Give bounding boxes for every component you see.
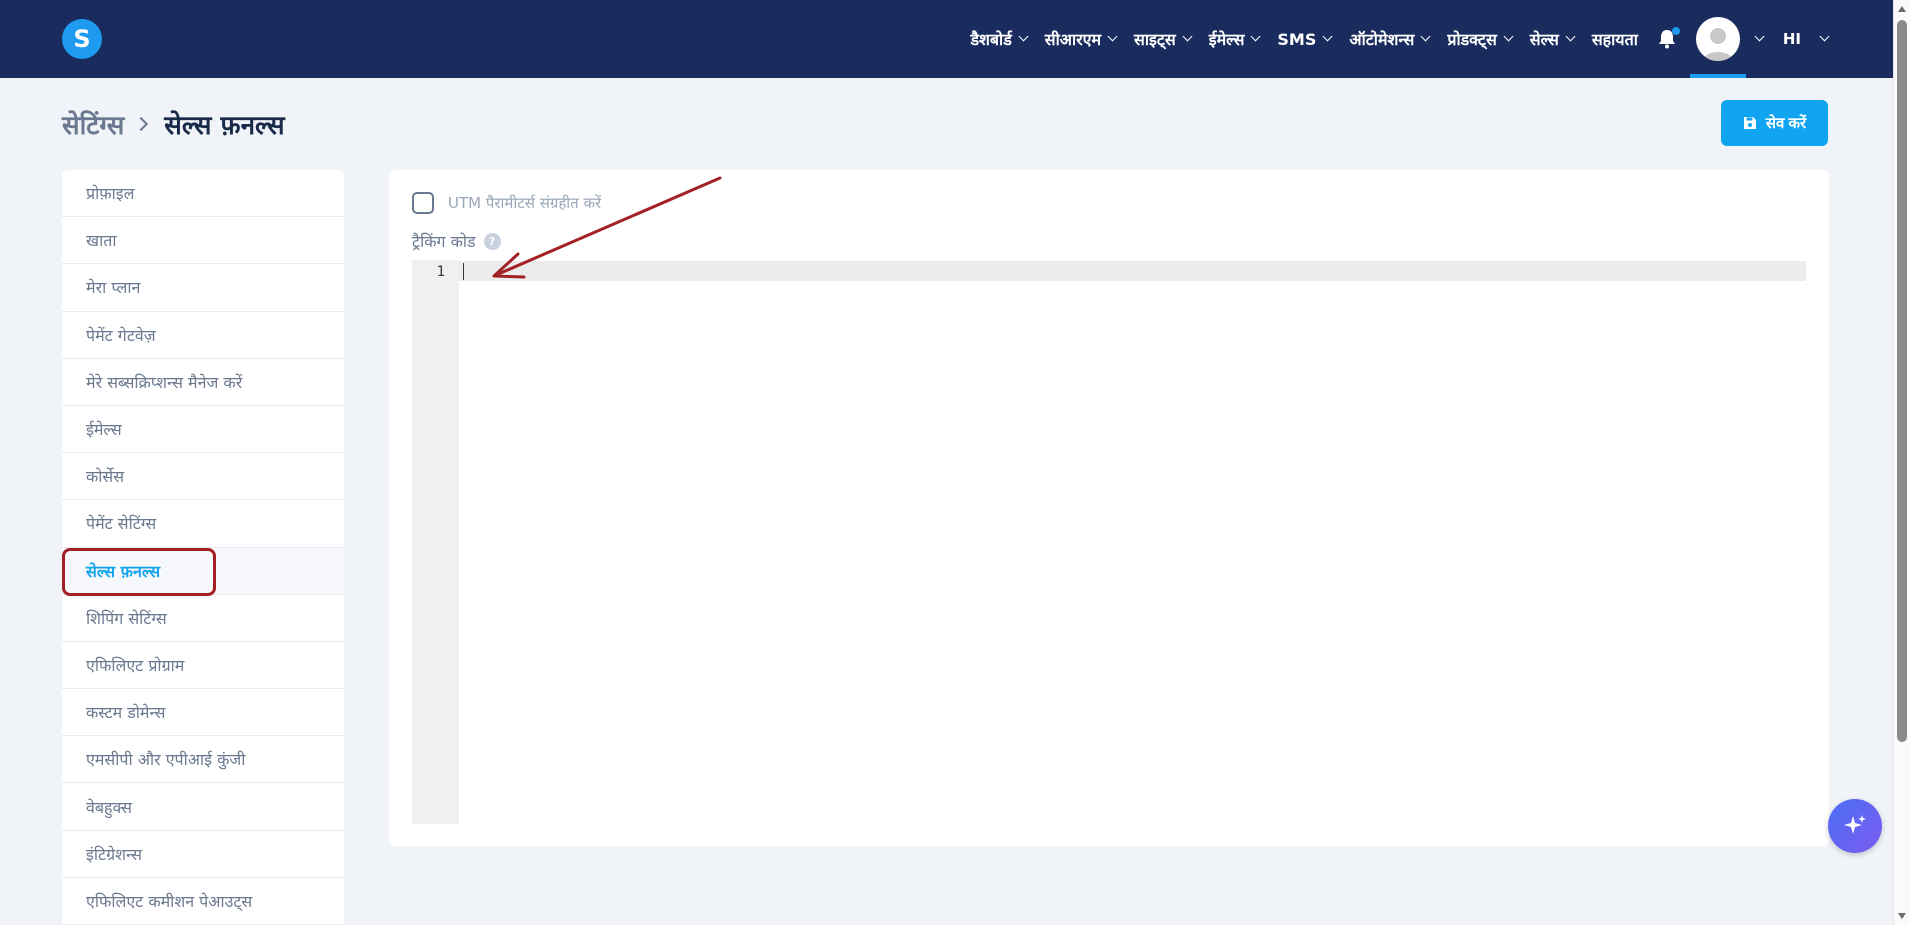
sidebar-item-label: एफिलिएट कमीशन पेआउट्स xyxy=(86,891,253,911)
sidebar-item-6[interactable]: कोर्सेस xyxy=(62,453,344,501)
sidebar-item-8[interactable]: सेल्स फ़नल्स xyxy=(62,547,344,596)
sidebar-item-label: खाता xyxy=(86,231,117,251)
nav-item-label: प्रोडक्ट्स xyxy=(1447,30,1497,49)
sidebar-item-label: मेरे सब्सक्रिप्शन्स मैनेज करें xyxy=(86,372,243,392)
sparkle-icon xyxy=(1844,815,1866,834)
sidebar-item-9[interactable]: शिपिंग सेटिंग्स xyxy=(62,595,344,642)
save-button[interactable]: सेव करें xyxy=(1721,100,1828,146)
nav-item-label: सेल्स xyxy=(1529,30,1559,49)
chevron-down-icon xyxy=(1182,31,1193,42)
nav-item-label: साइट्स xyxy=(1134,30,1176,49)
chevron-down-icon xyxy=(1322,31,1333,42)
annotation-highlight-box xyxy=(62,547,216,596)
sidebar-item-14[interactable]: इंटिग्रेशन्स xyxy=(62,831,344,878)
sidebar-item-12[interactable]: एमसीपी और एपीआई कुंजी xyxy=(62,736,344,784)
sidebar-item-15[interactable]: एफिलिएट कमीशन पेआउट्स xyxy=(62,878,344,925)
nav-item-label: ईमेल्स xyxy=(1208,30,1245,49)
chevron-down-icon xyxy=(1250,31,1261,42)
editor-gutter: 1 xyxy=(412,260,459,824)
sidebar-item-label: प्रोफ़ाइल xyxy=(86,184,135,204)
sidebar-item-0[interactable]: प्रोफ़ाइल xyxy=(62,170,344,218)
sidebar-item-5[interactable]: ईमेल्स xyxy=(62,406,344,454)
sidebar-item-4[interactable]: मेरे सब्सक्रिप्शन्स मैनेज करें xyxy=(62,359,344,406)
sidebar-item-label: मेरा प्लान xyxy=(86,278,141,298)
chevron-down-icon[interactable] xyxy=(1754,31,1765,42)
nav-item-3[interactable]: ईमेल्स xyxy=(1208,28,1261,50)
sidebar-item-label: वेबहुक्स xyxy=(86,797,132,817)
nav-item-1[interactable]: सीआरएम xyxy=(1044,28,1118,50)
sidebar-item-label: पेमेंट गेटवेज़ xyxy=(86,325,156,345)
page-title: सेल्स फ़नल्स xyxy=(164,111,285,141)
nav-item-4[interactable]: SMS xyxy=(1277,29,1333,49)
floppy-disk-icon xyxy=(1743,117,1756,129)
settings-sidebar: प्रोफ़ाइल खाता मेरा प्लान पेमेंट गेटवेज़ मेर… xyxy=(62,170,344,925)
editor-cursor xyxy=(463,263,464,280)
sidebar-item-3[interactable]: पेमेंट गेटवेज़ xyxy=(62,312,344,359)
sidebar-item-13[interactable]: वेबहुक्स xyxy=(62,783,344,831)
user-avatar-menu[interactable] xyxy=(1689,0,1746,78)
page-scrollbar[interactable] xyxy=(1893,0,1910,925)
sidebar-item-label: इंटिग्रेशन्स xyxy=(86,844,142,864)
utm-checkbox[interactable] xyxy=(412,192,434,214)
active-tab-indicator xyxy=(1689,74,1746,78)
annotation-arrow xyxy=(492,176,722,279)
nav-item-8[interactable]: सहायता xyxy=(1592,28,1638,50)
scroll-thumb[interactable] xyxy=(1897,20,1907,742)
chevron-down-icon[interactable] xyxy=(1819,31,1830,42)
sidebar-item-label: ईमेल्स xyxy=(86,420,122,440)
tracking-code-editor[interactable]: 1 xyxy=(412,260,1806,824)
nav-item-2[interactable]: साइट्स xyxy=(1134,28,1193,50)
line-number: 1 xyxy=(436,264,445,280)
ai-assistant-button[interactable] xyxy=(1828,799,1882,853)
nav-item-label: सीआरएम xyxy=(1044,30,1102,49)
sidebar-item-label: पेमेंट सेटिंग्स xyxy=(86,514,157,534)
notification-dot xyxy=(1671,27,1680,35)
top-navbar: S डैशबोर्ड सीआरएम साइट्स ईमेल्स SMS ऑटोमेशन्स… xyxy=(0,0,1910,78)
app-logo[interactable]: S xyxy=(62,19,102,59)
chevron-down-icon xyxy=(1018,31,1029,42)
nav-item-label: ऑटोमेशन्स xyxy=(1349,30,1415,49)
scroll-up-arrow-icon[interactable] xyxy=(1898,6,1906,12)
sidebar-item-11[interactable]: कस्टम डोमेन्स xyxy=(62,689,344,737)
bell-icon[interactable] xyxy=(1656,27,1680,51)
nav-item-0[interactable]: डैशबोर्ड xyxy=(970,28,1029,50)
sidebar-item-10[interactable]: एफिलिएट प्रोग्राम xyxy=(62,642,344,690)
save-button-label: सेव करें xyxy=(1765,115,1807,132)
nav-item-5[interactable]: ऑटोमेशन्स xyxy=(1349,28,1431,50)
nav-item-label: सहायता xyxy=(1591,30,1638,49)
chevron-down-icon xyxy=(1565,31,1576,42)
breadcrumb-settings-link[interactable]: सेटिंग्स xyxy=(62,106,124,142)
main-nav: डैशबोर्ड सीआरएम साइट्स ईमेल्स SMS ऑटोमेशन्स प्… xyxy=(970,0,1910,78)
tracking-code-label: ट्रैकिंग कोड xyxy=(412,232,476,251)
user-icon xyxy=(1702,28,1733,61)
sidebar-item-label: एफिलिएट प्रोग्राम xyxy=(86,655,185,675)
chevron-down-icon xyxy=(1420,31,1431,42)
sidebar-item-1[interactable]: खाता xyxy=(62,217,344,265)
nav-item-label: डैशबोर्ड xyxy=(970,30,1012,49)
nav-item-6[interactable]: प्रोडक्ट्स xyxy=(1447,28,1514,50)
avatar[interactable] xyxy=(1695,17,1740,61)
sidebar-item-7[interactable]: पेमेंट सेटिंग्स xyxy=(62,500,344,548)
language-selector[interactable]: HI xyxy=(1783,30,1801,48)
chevron-down-icon xyxy=(1503,31,1514,42)
nav-item-label: SMS xyxy=(1277,29,1317,49)
sidebar-item-label: एमसीपी और एपीआई कुंजी xyxy=(86,750,246,770)
sidebar-item-label: कस्टम डोमेन्स xyxy=(86,703,166,723)
scroll-down-arrow-icon[interactable] xyxy=(1898,913,1906,919)
breadcrumb: सेटिंग्स सेल्स फ़नल्स xyxy=(62,106,285,142)
sidebar-item-label: शिपिंग सेटिंग्स xyxy=(86,608,167,628)
sidebar-item-2[interactable]: मेरा प्लान xyxy=(62,264,344,312)
sidebar-item-label: कोर्सेस xyxy=(86,467,125,487)
chevron-down-icon xyxy=(1107,31,1118,42)
chevron-right-icon xyxy=(134,116,149,132)
nav-item-7[interactable]: सेल्स xyxy=(1529,28,1576,50)
